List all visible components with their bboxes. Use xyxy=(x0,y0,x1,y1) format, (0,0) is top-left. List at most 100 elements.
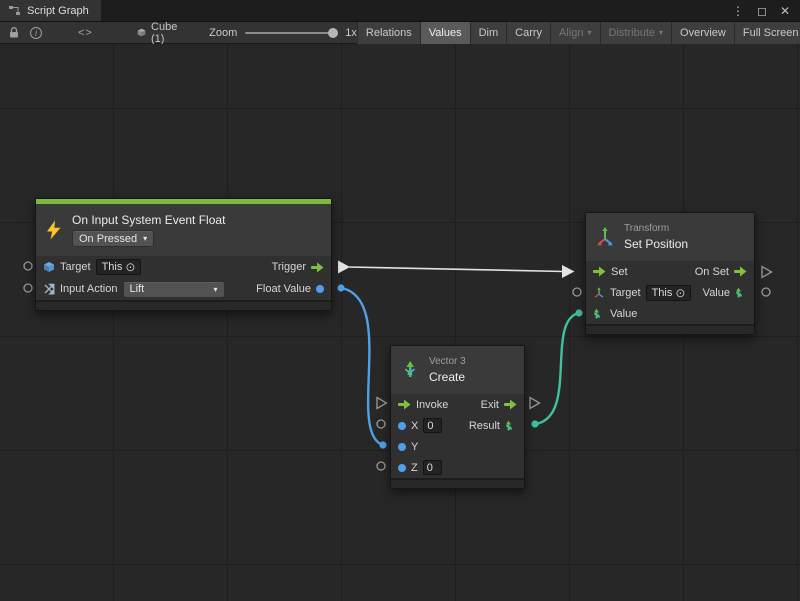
vector3-node-header: Vector 3 Create xyxy=(391,346,524,394)
set-position-flow-row: Set On Set xyxy=(586,261,754,282)
set-target-object-field[interactable]: This ⊙ xyxy=(646,285,692,301)
event-node-title: On Input System Event Float xyxy=(72,213,225,227)
port-marker-z[interactable] xyxy=(377,462,385,470)
invoke-flow-port-icon[interactable] xyxy=(398,399,411,410)
caret-down-icon: ▾ xyxy=(213,285,217,294)
button-carry[interactable]: Carry xyxy=(506,22,550,44)
float-value-wire-start[interactable] xyxy=(337,284,344,291)
port-marker-event-target[interactable] xyxy=(24,262,32,270)
flow-wire[interactable] xyxy=(349,267,564,272)
value-in-vector-port-icon[interactable] xyxy=(593,308,605,320)
set-target-port-label: Target xyxy=(610,287,641,299)
port-marker-on-set[interactable] xyxy=(762,267,772,278)
float-value-port-icon[interactable] xyxy=(316,285,324,293)
input-action-label: Input Action xyxy=(60,283,118,295)
trigger-port-label: Trigger xyxy=(272,261,306,273)
y-port-icon[interactable] xyxy=(398,443,406,451)
transform-icon xyxy=(594,226,616,248)
button-values[interactable]: Values xyxy=(420,22,470,44)
graph-target-label: Cube (1) xyxy=(151,21,181,45)
result-vector-port-icon[interactable] xyxy=(505,420,517,432)
event-node-footer xyxy=(36,300,331,310)
port-marker-set-target[interactable] xyxy=(573,288,581,296)
port-marker-x[interactable] xyxy=(377,420,385,428)
gameobject-icon xyxy=(43,261,55,273)
window-menu-icon[interactable]: ⋮ xyxy=(732,4,744,18)
z-port-label: Z xyxy=(411,462,418,474)
window-close-icon[interactable]: ✕ xyxy=(780,4,790,18)
node-on-input-system-event-float[interactable]: On Input System Event Float On Pressed ▾… xyxy=(35,198,332,311)
button-full-screen[interactable]: Full Screen xyxy=(734,22,800,44)
zoom-label: Zoom xyxy=(209,27,237,39)
float-value-wire-end[interactable] xyxy=(379,441,386,448)
set-flow-port-icon[interactable] xyxy=(593,266,606,277)
port-marker-value-out[interactable] xyxy=(762,288,770,296)
flow-wire-end-arrow[interactable] xyxy=(562,265,575,278)
toolbar: i <> Cube (1) Zoom 1x Relations Values D… xyxy=(0,22,800,44)
cube-icon xyxy=(137,26,146,39)
result-wire-start[interactable] xyxy=(531,420,538,427)
target-port-label: Target xyxy=(60,261,91,273)
set-position-target-row: Target This ⊙ Value xyxy=(586,282,754,303)
button-relations[interactable]: Relations xyxy=(357,22,420,44)
on-set-flow-port-icon[interactable] xyxy=(734,266,747,277)
lock-icon[interactable] xyxy=(8,26,20,39)
on-set-port-label: On Set xyxy=(695,266,729,278)
titlebar: Script Graph ⋮ ◻ ✕ xyxy=(0,0,800,22)
flow-wire-start-arrow[interactable] xyxy=(338,261,350,274)
lightning-icon xyxy=(44,220,64,240)
graph-canvas[interactable]: On Input System Event Float On Pressed ▾… xyxy=(0,44,800,601)
target-object-field[interactable]: This ⊙ xyxy=(96,259,142,275)
vector3-flow-row: Invoke Exit xyxy=(391,394,524,415)
z-port-icon[interactable] xyxy=(398,464,406,472)
x-port-label: X xyxy=(411,420,418,432)
tab-script-graph[interactable]: Script Graph xyxy=(0,0,101,21)
result-port-label: Result xyxy=(469,420,500,432)
vector3-icon xyxy=(399,359,421,381)
x-port-icon[interactable] xyxy=(398,422,406,430)
zoom-slider-knob[interactable] xyxy=(328,28,338,38)
caret-down-icon: ▾ xyxy=(143,234,147,243)
tab-label: Script Graph xyxy=(27,5,89,17)
object-picker-icon[interactable]: ⊙ xyxy=(125,262,135,272)
info-icon[interactable]: i xyxy=(30,27,42,39)
caret-down-icon: ▾ xyxy=(659,28,663,37)
transform-type-icon xyxy=(593,287,605,299)
event-action-row: Input Action Lift ▾ Float Value xyxy=(36,278,331,300)
node-vector3-create[interactable]: Vector 3 Create Invoke Exit X 0 Result xyxy=(390,345,525,489)
vector3-node-footer xyxy=(391,478,524,488)
port-marker-event-action[interactable] xyxy=(24,284,32,292)
trigger-flow-port-icon[interactable] xyxy=(311,262,324,273)
x-value-field[interactable]: 0 xyxy=(423,418,442,433)
value-in-port-label: Value xyxy=(610,308,637,320)
object-picker-icon[interactable]: ⊙ xyxy=(675,288,685,298)
event-mode-dropdown[interactable]: On Pressed ▾ xyxy=(72,230,154,247)
button-overview[interactable]: Overview xyxy=(671,22,734,44)
vector3-z-row: Z 0 xyxy=(391,457,524,478)
button-distribute[interactable]: Distribute▾ xyxy=(600,22,671,44)
exit-port-label: Exit xyxy=(481,399,499,411)
input-action-dropdown[interactable]: Lift ▾ xyxy=(123,281,225,298)
result-value-wire[interactable] xyxy=(535,313,579,424)
code-icon[interactable]: <> xyxy=(78,27,93,39)
value-out-port-label: Value xyxy=(703,287,730,299)
exit-flow-port-icon[interactable] xyxy=(504,399,517,410)
result-wire-end[interactable] xyxy=(575,309,582,316)
vector3-y-row: Y xyxy=(391,436,524,457)
zoom-slider[interactable] xyxy=(245,32,337,34)
node-transform-set-position[interactable]: Transform Set Position Set On Set xyxy=(585,212,755,335)
graph-target-selector[interactable]: Cube (1) xyxy=(137,21,181,45)
input-action-icon xyxy=(43,283,55,295)
z-value-field[interactable]: 0 xyxy=(423,460,442,475)
caret-down-icon: ▾ xyxy=(588,28,592,37)
set-position-category: Transform xyxy=(624,223,688,234)
float-value-wire[interactable] xyxy=(341,288,383,445)
event-node-header: On Input System Event Float On Pressed ▾ xyxy=(36,204,331,256)
vector3-x-row: X 0 Result xyxy=(391,415,524,436)
window-maximize-icon[interactable]: ◻ xyxy=(757,4,767,18)
value-out-vector-port-icon[interactable] xyxy=(735,287,747,299)
button-dim[interactable]: Dim xyxy=(470,22,507,44)
port-marker-invoke[interactable] xyxy=(377,398,387,409)
button-align[interactable]: Align▾ xyxy=(550,22,599,44)
port-marker-exit[interactable] xyxy=(530,398,540,409)
